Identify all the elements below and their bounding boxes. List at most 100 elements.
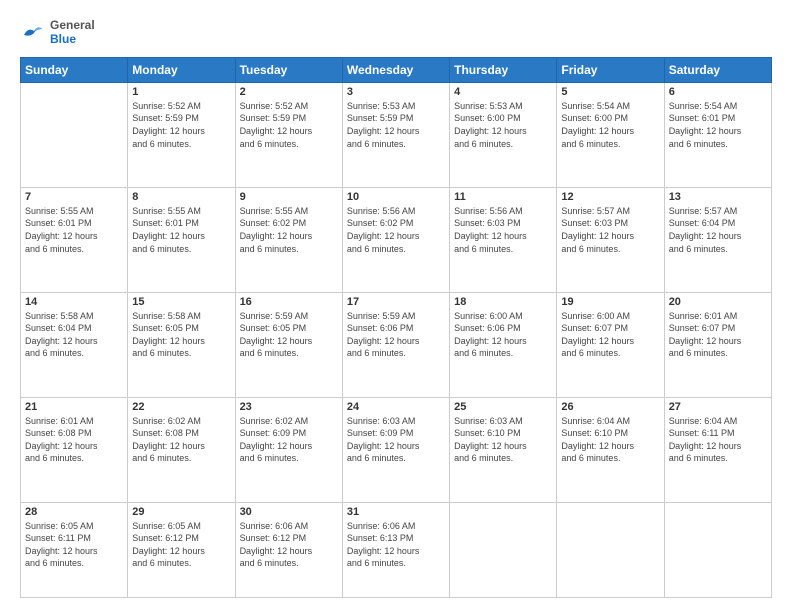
col-saturday: Saturday bbox=[664, 57, 771, 82]
day-info: Sunrise: 5:55 AM Sunset: 6:02 PM Dayligh… bbox=[240, 205, 338, 255]
day-number: 4 bbox=[454, 86, 552, 98]
day-info: Sunrise: 6:02 AM Sunset: 6:09 PM Dayligh… bbox=[240, 415, 338, 465]
day-info: Sunrise: 6:00 AM Sunset: 6:07 PM Dayligh… bbox=[561, 310, 659, 360]
table-row: 21 Sunrise: 6:01 AM Sunset: 6:08 PM Dayli… bbox=[21, 397, 128, 502]
table-row: 31 Sunrise: 6:06 AM Sunset: 6:13 PM Dayli… bbox=[342, 502, 449, 597]
day-number: 11 bbox=[454, 191, 552, 203]
day-number: 7 bbox=[25, 191, 123, 203]
day-number: 23 bbox=[240, 401, 338, 413]
day-number: 10 bbox=[347, 191, 445, 203]
day-number: 17 bbox=[347, 296, 445, 308]
day-number: 6 bbox=[669, 86, 767, 98]
table-row: 19 Sunrise: 6:00 AM Sunset: 6:07 PM Dayli… bbox=[557, 292, 664, 397]
day-number: 16 bbox=[240, 296, 338, 308]
table-row bbox=[664, 502, 771, 597]
day-info: Sunrise: 6:06 AM Sunset: 6:12 PM Dayligh… bbox=[240, 520, 338, 570]
table-row: 16 Sunrise: 5:59 AM Sunset: 6:05 PM Dayli… bbox=[235, 292, 342, 397]
day-number: 19 bbox=[561, 296, 659, 308]
page: General Blue Sunday Monday Tuesday Wedne… bbox=[0, 0, 792, 612]
table-row: 17 Sunrise: 5:59 AM Sunset: 6:06 PM Dayli… bbox=[342, 292, 449, 397]
day-info: Sunrise: 5:53 AM Sunset: 5:59 PM Dayligh… bbox=[347, 100, 445, 150]
table-row bbox=[21, 82, 128, 187]
day-info: Sunrise: 5:59 AM Sunset: 6:06 PM Dayligh… bbox=[347, 310, 445, 360]
table-row: 1 Sunrise: 5:52 AM Sunset: 5:59 PM Daylig… bbox=[128, 82, 235, 187]
table-row bbox=[557, 502, 664, 597]
calendar-week-row: 28 Sunrise: 6:05 AM Sunset: 6:11 PM Dayli… bbox=[21, 502, 772, 597]
day-info: Sunrise: 6:01 AM Sunset: 6:07 PM Dayligh… bbox=[669, 310, 767, 360]
col-monday: Monday bbox=[128, 57, 235, 82]
day-number: 20 bbox=[669, 296, 767, 308]
day-number: 30 bbox=[240, 506, 338, 518]
col-friday: Friday bbox=[557, 57, 664, 82]
table-row: 5Sunrise: 5:54 AM Sunset: 6:00 PM Daylig… bbox=[557, 82, 664, 187]
table-row: 12Sunrise: 5:57 AM Sunset: 6:03 PM Dayli… bbox=[557, 187, 664, 292]
day-info: Sunrise: 6:01 AM Sunset: 6:08 PM Dayligh… bbox=[25, 415, 123, 465]
day-info: Sunrise: 6:05 AM Sunset: 6:12 PM Dayligh… bbox=[132, 520, 230, 570]
day-info: Sunrise: 6:02 AM Sunset: 6:08 PM Dayligh… bbox=[132, 415, 230, 465]
day-info: Sunrise: 5:52 AM Sunset: 5:59 PM Dayligh… bbox=[240, 100, 338, 150]
day-number: 8 bbox=[132, 191, 230, 203]
day-info: Sunrise: 5:54 AM Sunset: 6:00 PM Dayligh… bbox=[561, 100, 659, 150]
day-number: 24 bbox=[347, 401, 445, 413]
day-info: Sunrise: 5:55 AM Sunset: 6:01 PM Dayligh… bbox=[25, 205, 123, 255]
day-info: Sunrise: 5:57 AM Sunset: 6:04 PM Dayligh… bbox=[669, 205, 767, 255]
table-row: 3 Sunrise: 5:53 AM Sunset: 5:59 PM Daylig… bbox=[342, 82, 449, 187]
table-row: 25 Sunrise: 6:03 AM Sunset: 6:10 PM Dayli… bbox=[450, 397, 557, 502]
col-thursday: Thursday bbox=[450, 57, 557, 82]
table-row: 24 Sunrise: 6:03 AM Sunset: 6:09 PM Dayli… bbox=[342, 397, 449, 502]
table-row: 8 Sunrise: 5:55 AM Sunset: 6:01 PM Daylig… bbox=[128, 187, 235, 292]
day-number: 21 bbox=[25, 401, 123, 413]
table-row: 20 Sunrise: 6:01 AM Sunset: 6:07 PM Dayli… bbox=[664, 292, 771, 397]
day-number: 3 bbox=[347, 86, 445, 98]
calendar-week-row: 7 Sunrise: 5:55 AM Sunset: 6:01 PM Daylig… bbox=[21, 187, 772, 292]
day-number: 25 bbox=[454, 401, 552, 413]
calendar-header-row: Sunday Monday Tuesday Wednesday Thursday… bbox=[21, 57, 772, 82]
day-number: 29 bbox=[132, 506, 230, 518]
day-info: Sunrise: 6:03 AM Sunset: 6:09 PM Dayligh… bbox=[347, 415, 445, 465]
day-info: Sunrise: 5:59 AM Sunset: 6:05 PM Dayligh… bbox=[240, 310, 338, 360]
table-row: 18 Sunrise: 6:00 AM Sunset: 6:06 PM Dayli… bbox=[450, 292, 557, 397]
table-row: 23 Sunrise: 6:02 AM Sunset: 6:09 PM Dayli… bbox=[235, 397, 342, 502]
day-info: Sunrise: 5:55 AM Sunset: 6:01 PM Dayligh… bbox=[132, 205, 230, 255]
day-number: 27 bbox=[669, 401, 767, 413]
table-row: 22 Sunrise: 6:02 AM Sunset: 6:08 PM Dayli… bbox=[128, 397, 235, 502]
day-number: 31 bbox=[347, 506, 445, 518]
logo-bird-icon bbox=[20, 21, 42, 43]
table-row: 29 Sunrise: 6:05 AM Sunset: 6:12 PM Dayli… bbox=[128, 502, 235, 597]
day-number: 22 bbox=[132, 401, 230, 413]
day-info: Sunrise: 5:56 AM Sunset: 6:03 PM Dayligh… bbox=[454, 205, 552, 255]
col-sunday: Sunday bbox=[21, 57, 128, 82]
table-row: 27Sunrise: 6:04 AM Sunset: 6:11 PM Dayli… bbox=[664, 397, 771, 502]
table-row: 9 Sunrise: 5:55 AM Sunset: 6:02 PM Daylig… bbox=[235, 187, 342, 292]
day-number: 2 bbox=[240, 86, 338, 98]
table-row: 4Sunrise: 5:53 AM Sunset: 6:00 PM Daylig… bbox=[450, 82, 557, 187]
day-info: Sunrise: 6:05 AM Sunset: 6:11 PM Dayligh… bbox=[25, 520, 123, 570]
table-row: 2 Sunrise: 5:52 AM Sunset: 5:59 PM Daylig… bbox=[235, 82, 342, 187]
table-row: 15Sunrise: 5:58 AM Sunset: 6:05 PM Dayli… bbox=[128, 292, 235, 397]
table-row: 13Sunrise: 5:57 AM Sunset: 6:04 PM Dayli… bbox=[664, 187, 771, 292]
day-number: 1 bbox=[132, 86, 230, 98]
day-info: Sunrise: 6:03 AM Sunset: 6:10 PM Dayligh… bbox=[454, 415, 552, 465]
day-number: 9 bbox=[240, 191, 338, 203]
day-info: Sunrise: 5:52 AM Sunset: 5:59 PM Dayligh… bbox=[132, 100, 230, 150]
day-info: Sunrise: 6:00 AM Sunset: 6:06 PM Dayligh… bbox=[454, 310, 552, 360]
day-info: Sunrise: 6:06 AM Sunset: 6:13 PM Dayligh… bbox=[347, 520, 445, 570]
table-row bbox=[450, 502, 557, 597]
calendar-week-row: 21 Sunrise: 6:01 AM Sunset: 6:08 PM Dayli… bbox=[21, 397, 772, 502]
day-number: 28 bbox=[25, 506, 123, 518]
col-wednesday: Wednesday bbox=[342, 57, 449, 82]
table-row: 10Sunrise: 5:56 AM Sunset: 6:02 PM Dayli… bbox=[342, 187, 449, 292]
logo-general-text: General bbox=[50, 18, 95, 32]
table-row: 28 Sunrise: 6:05 AM Sunset: 6:11 PM Dayli… bbox=[21, 502, 128, 597]
col-tuesday: Tuesday bbox=[235, 57, 342, 82]
day-info: Sunrise: 5:58 AM Sunset: 6:04 PM Dayligh… bbox=[25, 310, 123, 360]
day-number: 14 bbox=[25, 296, 123, 308]
calendar-week-row: 1 Sunrise: 5:52 AM Sunset: 5:59 PM Daylig… bbox=[21, 82, 772, 187]
table-row: 26Sunrise: 6:04 AM Sunset: 6:10 PM Dayli… bbox=[557, 397, 664, 502]
logo: General Blue bbox=[20, 18, 95, 47]
header: General Blue bbox=[20, 18, 772, 47]
logo-blue-text: Blue bbox=[50, 32, 95, 46]
table-row: 7 Sunrise: 5:55 AM Sunset: 6:01 PM Daylig… bbox=[21, 187, 128, 292]
day-number: 18 bbox=[454, 296, 552, 308]
calendar-table: Sunday Monday Tuesday Wednesday Thursday… bbox=[20, 57, 772, 598]
